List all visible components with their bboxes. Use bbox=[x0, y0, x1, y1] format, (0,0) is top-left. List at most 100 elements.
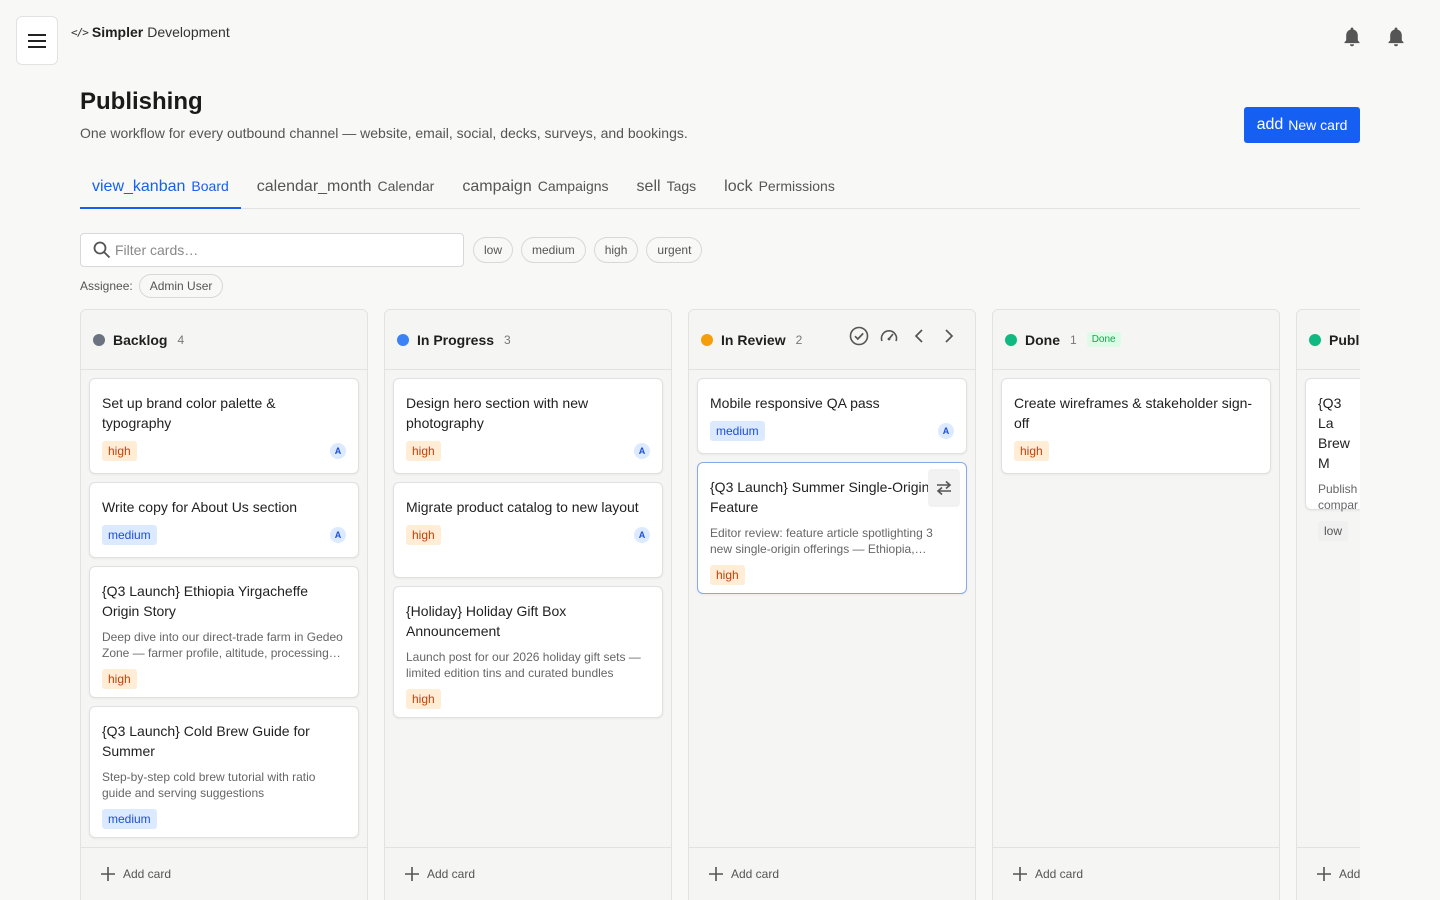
priority-tag: medium bbox=[102, 525, 157, 545]
sell-icon: sell bbox=[636, 178, 661, 195]
tab-tags[interactable]: sell Tags bbox=[625, 166, 709, 209]
calendar-icon: calendar_month bbox=[256, 178, 372, 195]
add-card-button[interactable]: Add card bbox=[385, 847, 671, 899]
column-count: 1 bbox=[1070, 332, 1077, 347]
card-title: {Q3 La Brew M bbox=[1318, 395, 1350, 471]
kanban-card[interactable]: Design hero section with new photography… bbox=[393, 378, 663, 474]
filter-input[interactable] bbox=[115, 242, 455, 258]
tab-calendar[interactable]: calendar_month Calendar bbox=[245, 166, 447, 209]
card-title: Design hero section with new photography bbox=[406, 395, 589, 431]
avatar: A bbox=[938, 423, 954, 439]
column-count: 2 bbox=[795, 332, 803, 347]
kanban-card[interactable]: Create wireframes & stakeholder sign-off… bbox=[1001, 378, 1271, 474]
priority-tag: high bbox=[406, 441, 441, 461]
code-icon: </> bbox=[71, 25, 89, 39]
column-title: Backlog bbox=[113, 331, 168, 348]
kanban-board: Backlog 4 Set up brand color palette & t… bbox=[80, 309, 1360, 900]
column-count: 3 bbox=[504, 332, 511, 347]
column-title: In Review bbox=[721, 331, 786, 348]
filter-box bbox=[80, 233, 464, 267]
priority-tag: high bbox=[102, 669, 137, 689]
column-in-review: In Review 2 Mobile responsive QA pass me… bbox=[688, 309, 976, 900]
new-card-button[interactable]: add New card bbox=[1244, 107, 1360, 143]
page-subtitle: One workflow for every outbound channel … bbox=[80, 125, 688, 141]
brand-sub: Development bbox=[147, 24, 230, 40]
kanban-card[interactable]: Set up brand color palette & typography … bbox=[89, 378, 359, 474]
status-dot bbox=[397, 333, 409, 346]
kanban-card[interactable]: {Holiday} Holiday Gift Box Announcement … bbox=[393, 586, 663, 718]
kanban-card[interactable]: {Q3 Launch} Summer Single-Origin Feature… bbox=[697, 462, 967, 594]
card-description: Editor review: feature article spotlight… bbox=[710, 526, 933, 556]
kanban-icon: view_kanban bbox=[92, 178, 186, 195]
card-description: Launch post for our 2026 holiday gift se… bbox=[406, 650, 641, 680]
kanban-card[interactable]: {Q3 La Brew M Publishe compari low bbox=[1305, 378, 1360, 541]
column-tools bbox=[849, 326, 959, 346]
avatar: A bbox=[634, 443, 650, 459]
bell-icon[interactable] bbox=[1386, 26, 1406, 48]
card-description: Publishe compari bbox=[1318, 482, 1358, 512]
tab-campaigns[interactable]: campaign Campaigns bbox=[450, 166, 620, 209]
add-card-button[interactable]: Add card bbox=[689, 847, 975, 899]
tab-label: Permissions bbox=[758, 178, 835, 194]
add-card-button[interactable]: Add bbox=[1297, 847, 1360, 899]
check-circle-icon[interactable] bbox=[849, 326, 869, 346]
card-title: {Q3 Launch} Summer Single-Origin Feature bbox=[710, 479, 930, 515]
brand: </> Simpler Development bbox=[71, 24, 230, 40]
campaign-icon: campaign bbox=[462, 178, 532, 195]
menu-button[interactable] bbox=[16, 16, 58, 65]
priority-chip-low[interactable]: low bbox=[473, 237, 514, 263]
kanban-card[interactable]: Write copy for About Us section medium A bbox=[89, 482, 359, 558]
tab-permissions[interactable]: lock Permissions bbox=[712, 166, 847, 209]
page-title: Publishing bbox=[80, 88, 203, 115]
column-count: 4 bbox=[177, 332, 185, 347]
plus-icon bbox=[101, 866, 115, 881]
status-dot bbox=[701, 333, 713, 346]
card-title: {Q3 Launch} Ethiopia Yirgacheffe Origin … bbox=[102, 583, 309, 619]
move-card-button[interactable] bbox=[928, 469, 960, 507]
add-card-button[interactable]: Add card bbox=[993, 847, 1279, 899]
assignee-label: Assignee: bbox=[80, 279, 133, 293]
column-header: In Review 2 bbox=[689, 310, 975, 370]
priority-tag: high bbox=[102, 441, 137, 461]
priority-tag: medium bbox=[102, 809, 157, 829]
kanban-card[interactable]: {Q3 Launch} Cold Brew Guide for Summer S… bbox=[89, 706, 359, 838]
status-dot bbox=[1005, 333, 1017, 346]
hamburger-icon bbox=[28, 33, 46, 48]
card-title: Set up brand color palette & typography bbox=[102, 395, 276, 431]
priority-tag: high bbox=[1014, 441, 1049, 461]
card-title: {Holiday} Holiday Gift Box Announcement bbox=[406, 603, 567, 639]
priority-chip-medium[interactable]: medium bbox=[521, 237, 586, 263]
kanban-card[interactable]: Migrate product catalog to new layout hi… bbox=[393, 482, 663, 578]
add-icon: add bbox=[1256, 116, 1284, 133]
priority-tag: high bbox=[406, 525, 441, 545]
new-card-label: New card bbox=[1288, 117, 1348, 133]
plus-icon bbox=[405, 866, 419, 881]
avatar: A bbox=[330, 527, 346, 543]
kanban-card[interactable]: {Q3 Launch} Ethiopia Yirgacheffe Origin … bbox=[89, 566, 359, 698]
chevron-right-icon[interactable] bbox=[939, 326, 959, 346]
card-description: Deep dive into our direct-trade farm in … bbox=[102, 630, 343, 660]
column-header: In Progress 3 bbox=[385, 310, 671, 370]
brand-name: Simpler bbox=[91, 24, 144, 40]
chevron-left-icon[interactable] bbox=[909, 326, 929, 346]
tab-board[interactable]: view_kanban Board bbox=[80, 166, 241, 209]
kanban-card[interactable]: Mobile responsive QA pass medium A bbox=[697, 378, 967, 454]
add-card-button[interactable]: Add card bbox=[81, 847, 367, 899]
plus-icon bbox=[709, 866, 723, 881]
bell-icon[interactable] bbox=[1342, 26, 1362, 48]
card-description: Step-by-step cold brew tutorial with rat… bbox=[102, 770, 316, 800]
tab-label: Calendar bbox=[377, 178, 435, 194]
priority-filters: low medium high urgent bbox=[473, 237, 703, 263]
assignee-chip[interactable]: Admin User bbox=[138, 274, 224, 298]
card-title: {Q3 Launch} Cold Brew Guide for Summer bbox=[102, 723, 310, 759]
done-badge: Done bbox=[1086, 332, 1121, 347]
swap-icon bbox=[936, 480, 952, 496]
status-dot bbox=[93, 333, 105, 346]
search-icon bbox=[93, 241, 111, 259]
priority-chip-urgent[interactable]: urgent bbox=[646, 237, 703, 263]
card-title: Create wireframes & stakeholder sign-off bbox=[1014, 395, 1253, 431]
priority-chip-high[interactable]: high bbox=[593, 237, 639, 263]
column-in-progress: In Progress 3 Design hero section with n… bbox=[384, 309, 672, 900]
priority-tag: low bbox=[1318, 521, 1349, 541]
speed-icon[interactable] bbox=[879, 326, 899, 346]
